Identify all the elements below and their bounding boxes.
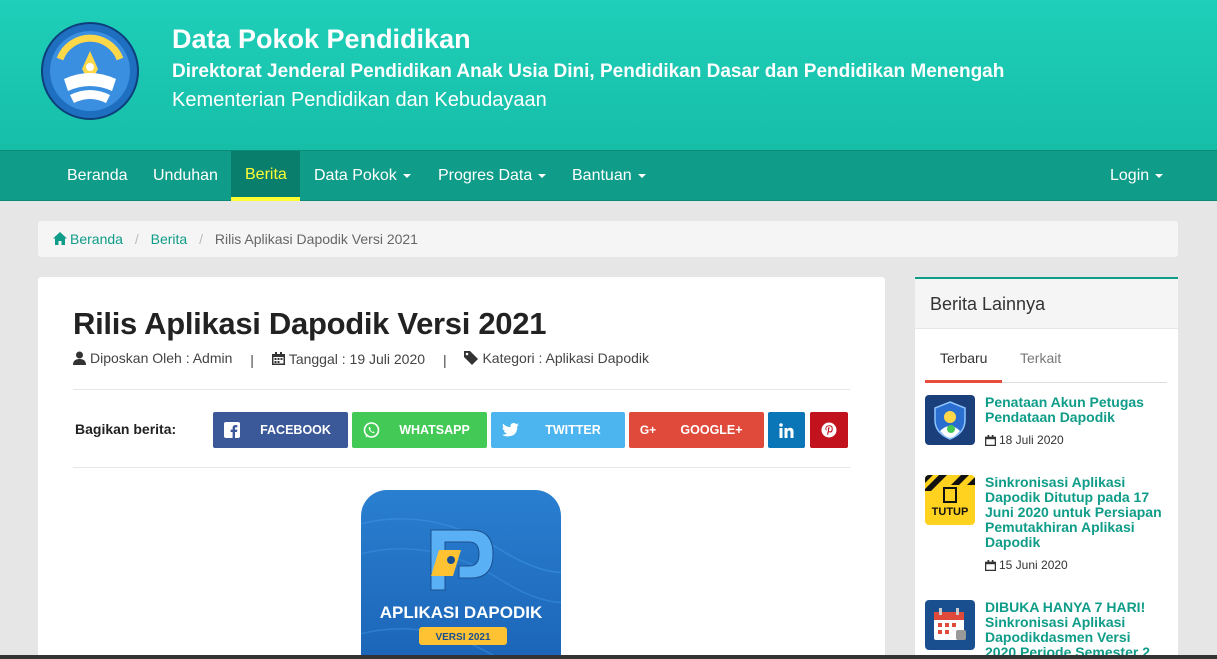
home-icon — [53, 232, 67, 245]
news-date-text: 15 Juni 2020 — [999, 558, 1068, 572]
tab-terbaru[interactable]: Terbaru — [925, 341, 1003, 383]
tag-icon — [464, 351, 479, 365]
news-title[interactable]: Sinkronisasi Aplikasi Dapodik Ditutup pa… — [985, 475, 1165, 550]
nav-berita[interactable]: Berita — [231, 151, 300, 201]
nav-bantuan[interactable]: Bantuan — [558, 151, 660, 201]
article-title: Rilis Aplikasi Dapodik Versi 2021 — [73, 306, 547, 341]
calendar-icon — [271, 352, 285, 365]
article-meta: Diposkan Oleh : Admin | Tanggal : 19 Jul… — [73, 350, 649, 368]
breadcrumb: Beranda / Berita / Rilis Aplikasi Dapodi… — [38, 221, 1178, 257]
nav-progres-data-label: Progres Data — [438, 167, 533, 184]
site-header: Data Pokok Pendidikan Direktorat Jendera… — [0, 0, 1217, 150]
caret-down-icon — [637, 173, 646, 178]
app-banner-version: VERSI 2021 — [435, 632, 490, 643]
news-title[interactable]: Penataan Akun Petugas Pendataan Dapodik — [985, 395, 1165, 425]
linkedin-icon — [779, 422, 794, 438]
meta-divider: | — [250, 352, 254, 368]
ministry-name: Kementerian Pendidikan dan Kebudayaan — [172, 89, 547, 111]
facebook-icon — [213, 422, 251, 438]
divider — [73, 389, 850, 390]
news-date-text: 18 Juli 2020 — [999, 433, 1064, 447]
google-plus-icon: G+ — [639, 423, 657, 437]
share-twitter-button[interactable]: TWITTER — [491, 412, 625, 448]
sidebar-tabs: Terbaru Terkait — [925, 341, 1167, 383]
share-google-button[interactable]: G+ GOOGLE+ — [629, 412, 764, 448]
caret-down-icon — [538, 173, 547, 178]
news-date: 15 Juni 2020 — [985, 558, 1068, 572]
nav-login-label: Login — [1110, 167, 1150, 184]
article-panel: Rilis Aplikasi Dapodik Versi 2021 Diposk… — [38, 277, 885, 659]
tab-terkait[interactable]: Terkait — [1005, 341, 1076, 383]
breadcrumb-separator: / — [134, 231, 139, 247]
whatsapp-icon — [352, 421, 390, 439]
user-icon — [73, 351, 86, 365]
share-label: Bagikan berita: — [75, 421, 177, 437]
meta-date-text: Tanggal : 19 Juli 2020 — [288, 350, 426, 367]
share-facebook-label: FACEBOOK — [260, 423, 331, 437]
dapodik-app-banner: APLIKASI DAPODIK VERSI 2021 — [361, 490, 561, 659]
breadcrumb-home-label: Beranda — [70, 231, 123, 247]
calendar-icon — [985, 559, 996, 571]
sidebar-news: Berita Lainnya Terbaru Terkait Penataan … — [915, 277, 1178, 659]
site-title: Data Pokok Pendidikan — [172, 24, 471, 54]
caret-down-icon — [1155, 173, 1164, 178]
nav-beranda[interactable]: Beranda — [53, 151, 142, 201]
share-linkedin-button[interactable] — [768, 412, 805, 448]
calendar-icon — [985, 434, 996, 446]
twitter-icon — [491, 423, 529, 437]
share-twitter-label: TWITTER — [545, 423, 601, 437]
news-item[interactable]: TUTUP Sinkronisasi Aplikasi Dapodik Ditu… — [925, 475, 1170, 575]
breadcrumb-current: Rilis Aplikasi Dapodik Versi 2021 — [214, 231, 418, 247]
app-banner-title: APLIKASI DAPODIK — [380, 603, 543, 622]
user-shield-icon — [925, 395, 975, 445]
news-item[interactable]: DIBUKA HANYA 7 HARI! Sinkronisasi Aplika… — [925, 600, 1170, 659]
news-date: 18 Juli 2020 — [985, 433, 1064, 447]
share-google-label: GOOGLE+ — [680, 423, 743, 437]
meta-divider: | — [442, 352, 447, 368]
share-facebook-button[interactable]: FACEBOOK — [213, 412, 348, 448]
sidebar-title: Berita Lainnya — [915, 279, 1178, 329]
divider — [73, 467, 850, 468]
tutup-text: TUTUP — [932, 506, 969, 518]
news-item[interactable]: Penataan Akun Petugas Pendataan Dapodik … — [925, 395, 1170, 455]
meta-author: Diposkan Oleh : Admin — [73, 350, 232, 366]
nav-progres-data[interactable]: Progres Data — [424, 151, 560, 201]
share-whatsapp-button[interactable]: WHATSAPP — [352, 412, 487, 448]
kemdikbud-logo[interactable] — [40, 21, 140, 121]
nav-bantuan-label: Bantuan — [572, 167, 632, 184]
calendar-thumb-icon — [925, 600, 975, 650]
breadcrumb-separator: / — [199, 231, 203, 247]
nav-login[interactable]: Login — [1096, 151, 1177, 201]
meta-category-text: Kategori : Aplikasi Dapodik — [482, 350, 650, 366]
breadcrumb-home[interactable]: Beranda — [53, 231, 127, 247]
meta-category: Kategori : Aplikasi Dapodik — [464, 350, 649, 366]
share-pinterest-button[interactable] — [810, 412, 848, 448]
breadcrumb-berita[interactable]: Berita — [151, 231, 188, 247]
tutup-sign-icon: TUTUP — [925, 475, 975, 525]
site-subtitle: Direktorat Jenderal Pendidikan Anak Usia… — [172, 61, 1005, 82]
nav-data-pokok-label: Data Pokok — [314, 167, 397, 184]
pinterest-icon — [821, 422, 837, 438]
main-navbar: Beranda Unduhan Berita Data Pokok Progre… — [0, 150, 1217, 201]
meta-date: Tanggal : 19 Juli 2020 — [271, 350, 426, 367]
bottom-scroll-edge — [0, 655, 1217, 659]
news-title[interactable]: DIBUKA HANYA 7 HARI! Sinkronisasi Aplika… — [985, 600, 1165, 659]
nav-data-pokok[interactable]: Data Pokok — [300, 151, 425, 201]
caret-down-icon — [402, 173, 411, 178]
nav-unduhan[interactable]: Unduhan — [139, 151, 232, 201]
share-whatsapp-label: WHATSAPP — [399, 423, 470, 437]
meta-author-text: Diposkan Oleh : Admin — [90, 350, 233, 366]
